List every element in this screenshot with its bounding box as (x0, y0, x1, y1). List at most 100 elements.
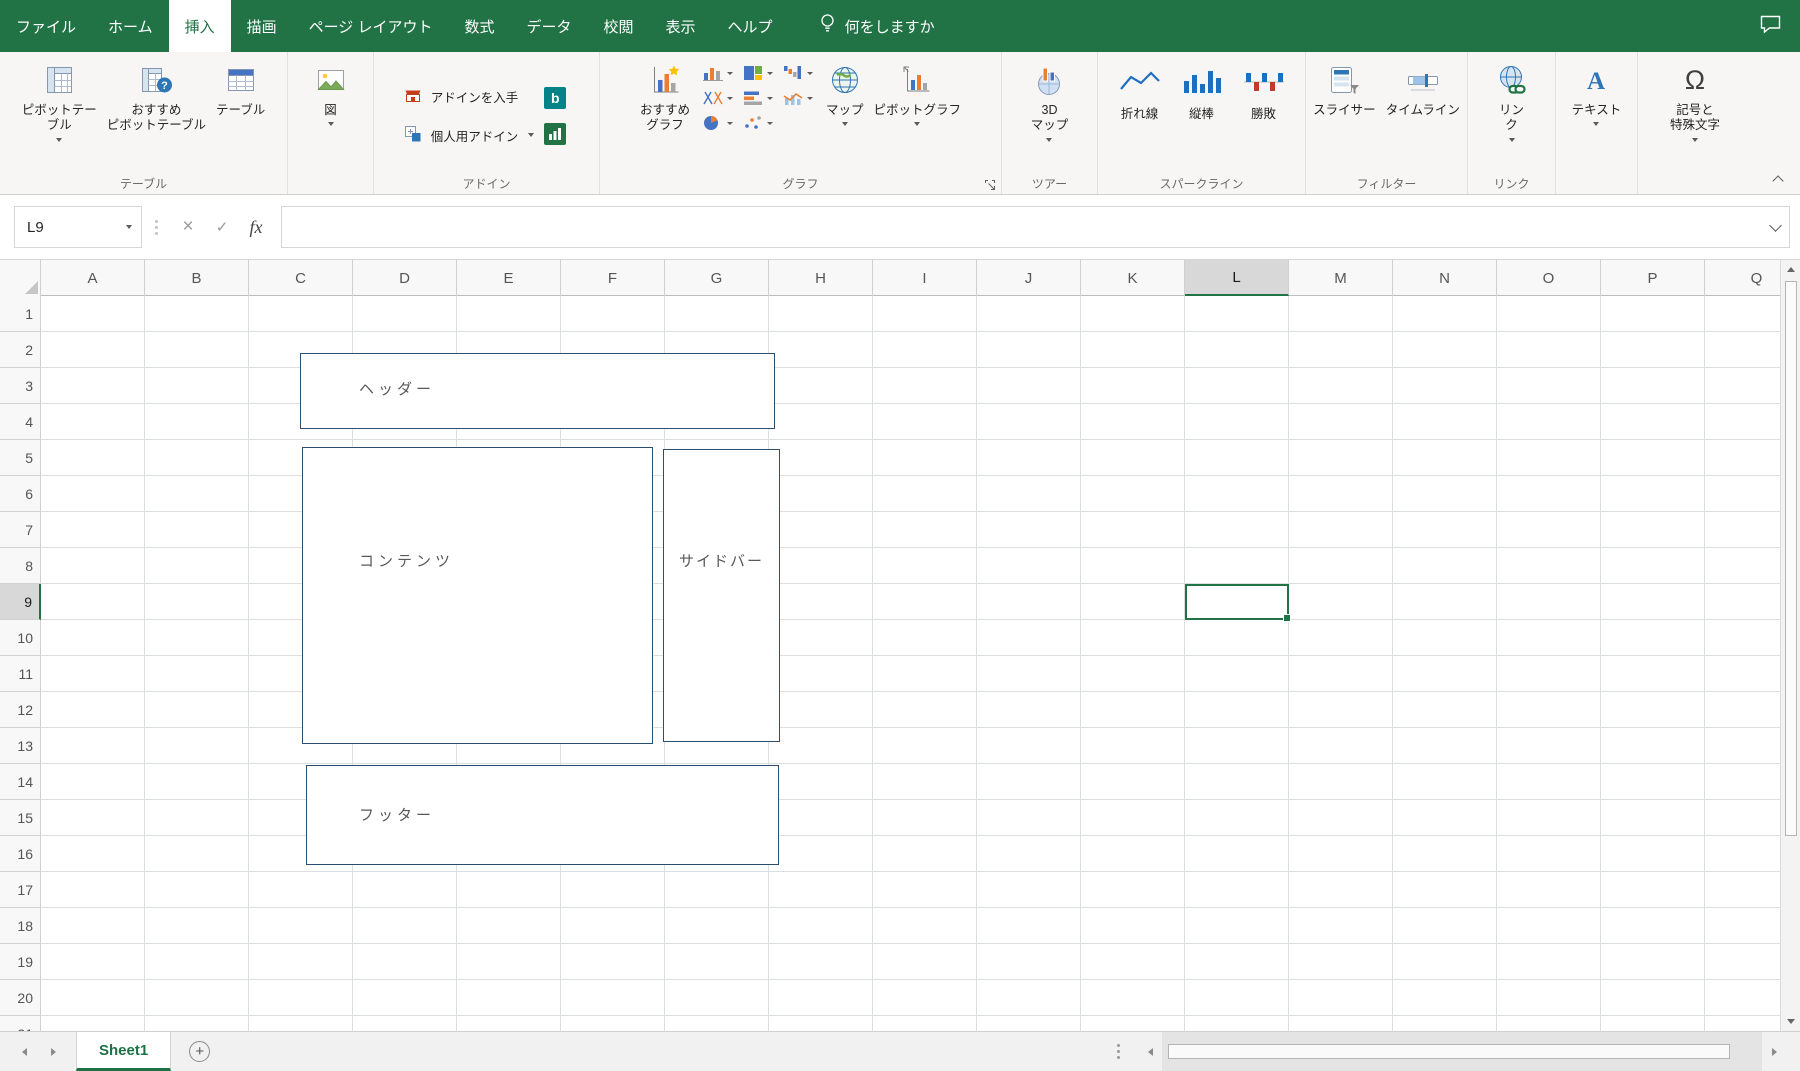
column-header-B[interactable]: B (145, 260, 249, 296)
column-header-Q[interactable]: Q (1705, 260, 1780, 296)
pivot-table-button[interactable]: ピボットテーブル (17, 54, 102, 177)
menu-tab-1[interactable]: ホーム (92, 0, 169, 52)
vertical-scrollbar-thumb[interactable] (1785, 281, 1797, 836)
get-addins-button[interactable]: アドインを入手 (403, 85, 535, 108)
symbols-button[interactable]: Ω 記号と特殊文字 (1665, 54, 1725, 177)
menu-tab-2[interactable]: 挿入 (169, 0, 231, 52)
menu-tab-5[interactable]: 数式 (448, 0, 510, 52)
scroll-left-button[interactable] (1138, 1032, 1162, 1071)
enter-button[interactable]: ✓ (205, 206, 239, 248)
row-header-6[interactable]: 6 (0, 476, 41, 512)
insert-column-chart-button[interactable] (701, 64, 735, 82)
menu-tab-8[interactable]: 表示 (650, 0, 712, 52)
table-button[interactable]: テーブル (211, 54, 270, 177)
column-header-A[interactable]: A (41, 260, 145, 296)
insert-line-chart-button[interactable] (701, 89, 735, 107)
column-header-H[interactable]: H (769, 260, 873, 296)
column-header-J[interactable]: J (977, 260, 1081, 296)
add-sheet-button[interactable]: + (189, 1041, 210, 1062)
shape-header[interactable]: ヘッダー (300, 353, 775, 429)
row-header-15[interactable]: 15 (0, 800, 41, 836)
row-header-11[interactable]: 11 (0, 656, 41, 692)
sparkline-line-button[interactable]: 折れ線 (1109, 54, 1171, 177)
formula-input[interactable] (281, 206, 1790, 248)
menu-tab-7[interactable]: 校閲 (588, 0, 650, 52)
map-3d-button[interactable]: 3Dマップ (1026, 54, 1074, 177)
column-header-C[interactable]: C (249, 260, 353, 296)
row-header-14[interactable]: 14 (0, 764, 41, 800)
comments-icon[interactable] (1759, 14, 1782, 39)
row-header-10[interactable]: 10 (0, 620, 41, 656)
insert-waterfall-chart-button[interactable] (781, 64, 815, 82)
row-header-13[interactable]: 13 (0, 728, 41, 764)
row-header-21[interactable]: 21 (0, 1016, 41, 1031)
column-header-O[interactable]: O (1497, 260, 1601, 296)
sheet-tab-Sheet1[interactable]: Sheet1 (76, 1032, 171, 1071)
row-header-2[interactable]: 2 (0, 332, 41, 368)
tell-me[interactable]: 何をしますか (819, 0, 935, 52)
insert-bar-chart-button[interactable] (741, 89, 775, 107)
row-header-18[interactable]: 18 (0, 908, 41, 944)
column-header-L[interactable]: L (1185, 260, 1289, 296)
sparkline-column-button[interactable]: 縦棒 (1171, 54, 1233, 177)
previous-sheet-button[interactable] (22, 1048, 27, 1056)
charts-dialog-launcher[interactable] (983, 178, 997, 192)
formula-bar-splitter[interactable] (155, 220, 158, 235)
collapse-ribbon-button[interactable] (1772, 174, 1784, 186)
insert-scatter-chart-button[interactable] (741, 114, 775, 132)
scroll-up-button[interactable] (1781, 260, 1800, 279)
my-addins-button[interactable]: 個人用アドイン (403, 124, 535, 147)
row-header-16[interactable]: 16 (0, 836, 41, 872)
row-header-4[interactable]: 4 (0, 404, 41, 440)
timeline-button[interactable]: タイムライン (1381, 54, 1465, 177)
row-header-7[interactable]: 7 (0, 512, 41, 548)
insert-function-button[interactable]: fx (239, 206, 273, 248)
selected-cell[interactable] (1185, 584, 1289, 620)
illustrations-button[interactable]: 図 (309, 54, 353, 177)
insert-pie-chart-button[interactable] (701, 114, 735, 132)
menu-tab-0[interactable]: ファイル (0, 0, 92, 52)
column-header-N[interactable]: N (1393, 260, 1497, 296)
recommended-charts-button[interactable]: おすすめグラフ (635, 54, 695, 177)
scroll-down-button[interactable] (1781, 1012, 1800, 1031)
link-button[interactable]: リンク (1490, 54, 1534, 177)
column-header-K[interactable]: K (1081, 260, 1185, 296)
sparkline-winloss-button[interactable]: 勝敗 (1233, 54, 1295, 177)
tab-splitter-handle[interactable] (1117, 1044, 1120, 1059)
row-header-19[interactable]: 19 (0, 944, 41, 980)
column-header-P[interactable]: P (1601, 260, 1705, 296)
row-header-1[interactable]: 1 (0, 296, 41, 332)
row-header-3[interactable]: 3 (0, 368, 41, 404)
row-header-8[interactable]: 8 (0, 548, 41, 584)
bing-maps-addin-button[interactable]: b (544, 87, 566, 109)
shape-footer[interactable]: フッター (306, 765, 779, 865)
column-header-F[interactable]: F (561, 260, 665, 296)
people-graph-addin-button[interactable] (544, 123, 566, 145)
row-header-9[interactable]: 9 (0, 584, 41, 620)
pivot-chart-button[interactable]: ピボットグラフ (869, 54, 967, 177)
row-header-5[interactable]: 5 (0, 440, 41, 476)
shape-sidebar[interactable]: サイドバー (663, 449, 780, 742)
menu-tab-6[interactable]: データ (511, 0, 588, 52)
column-header-E[interactable]: E (457, 260, 561, 296)
menu-tab-3[interactable]: 描画 (231, 0, 293, 52)
menu-tab-9[interactable]: ヘルプ (712, 0, 789, 52)
next-sheet-button[interactable] (51, 1048, 56, 1056)
cancel-button[interactable]: × (171, 206, 205, 248)
insert-combo-chart-button[interactable] (781, 89, 815, 107)
shape-content[interactable]: コンテンツ (302, 447, 653, 744)
row-header-20[interactable]: 20 (0, 980, 41, 1016)
column-header-G[interactable]: G (665, 260, 769, 296)
text-button[interactable]: A テキスト (1567, 54, 1627, 177)
scroll-right-button[interactable] (1762, 1032, 1786, 1071)
column-header-M[interactable]: M (1289, 260, 1393, 296)
maps-button[interactable]: マップ (821, 54, 869, 177)
select-all-button[interactable] (0, 260, 41, 296)
expand-formula-bar-icon[interactable] (1769, 219, 1782, 232)
column-header-I[interactable]: I (873, 260, 977, 296)
row-header-17[interactable]: 17 (0, 872, 41, 908)
horizontal-scrollbar-thumb[interactable] (1168, 1044, 1730, 1059)
column-header-D[interactable]: D (353, 260, 457, 296)
name-box-dropdown[interactable] (117, 225, 141, 229)
row-header-12[interactable]: 12 (0, 692, 41, 728)
